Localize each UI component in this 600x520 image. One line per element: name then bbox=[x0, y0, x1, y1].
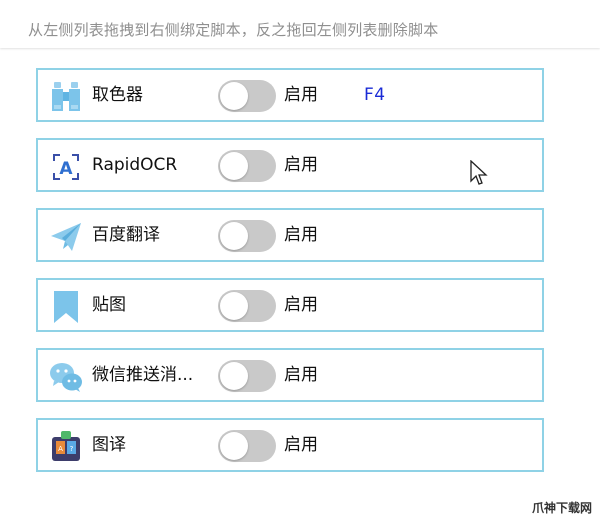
binoculars-icon bbox=[48, 79, 84, 115]
toggle-knob bbox=[220, 432, 248, 460]
script-name: 图译 bbox=[92, 435, 126, 455]
script-name: 微信推送消... bbox=[92, 365, 194, 385]
mouse-pointer-icon bbox=[470, 160, 488, 185]
toggle-knob bbox=[220, 222, 248, 250]
script-row-rapidocr[interactable]: A RapidOCR 启用 bbox=[36, 138, 544, 192]
translate-app-icon: A ? bbox=[48, 429, 84, 465]
enable-toggle[interactable] bbox=[218, 290, 276, 322]
enable-toggle[interactable] bbox=[218, 220, 276, 252]
enable-label: 启用 bbox=[284, 295, 318, 315]
ocr-scan-icon: A bbox=[48, 149, 84, 185]
enable-toggle[interactable] bbox=[218, 360, 276, 392]
enable-label: 启用 bbox=[284, 225, 318, 245]
script-list: 取色器 启用 F4 A RapidOCR 启用 百度翻译 启用 贴图 启用 微信… bbox=[36, 68, 548, 488]
enable-label: 启用 bbox=[284, 435, 318, 455]
enable-toggle[interactable] bbox=[218, 430, 276, 462]
script-row-wechat-push[interactable]: 微信推送消... 启用 bbox=[36, 348, 544, 402]
script-row-pin-image[interactable]: 贴图 启用 bbox=[36, 278, 544, 332]
toggle-knob bbox=[220, 82, 248, 110]
toggle-knob bbox=[220, 292, 248, 320]
bookmark-icon bbox=[48, 289, 84, 325]
script-row-image-translate[interactable]: A ? 图译 启用 bbox=[36, 418, 544, 472]
watermark-logo: 爪神下载网 bbox=[531, 501, 592, 515]
script-name: RapidOCR bbox=[92, 155, 178, 175]
enable-label: 启用 bbox=[284, 365, 318, 385]
wechat-icon bbox=[48, 359, 84, 395]
paper-plane-icon bbox=[48, 219, 84, 255]
drag-hint-text: 从左侧列表拖拽到右侧绑定脚本，反之拖回左侧列表删除脚本 bbox=[28, 21, 439, 39]
script-name: 贴图 bbox=[92, 295, 126, 315]
enable-label: 启用 bbox=[284, 155, 318, 175]
svg-text:A: A bbox=[59, 159, 73, 179]
script-row-baidu-translate[interactable]: 百度翻译 启用 bbox=[36, 208, 544, 262]
top-bar: 从左侧列表拖拽到右侧绑定脚本，反之拖回左侧列表删除脚本 bbox=[0, 0, 600, 48]
svg-text:A: A bbox=[58, 445, 63, 453]
enable-toggle[interactable] bbox=[218, 150, 276, 182]
enable-label: 启用 bbox=[284, 85, 318, 105]
enable-toggle[interactable] bbox=[218, 80, 276, 112]
script-row-color-picker[interactable]: 取色器 启用 F4 bbox=[36, 68, 544, 122]
toggle-knob bbox=[220, 362, 248, 390]
svg-text:?: ? bbox=[70, 445, 74, 453]
toggle-knob bbox=[220, 152, 248, 180]
hotkey-label[interactable]: F4 bbox=[364, 70, 386, 120]
script-name: 百度翻译 bbox=[92, 225, 160, 245]
script-name: 取色器 bbox=[92, 85, 143, 105]
